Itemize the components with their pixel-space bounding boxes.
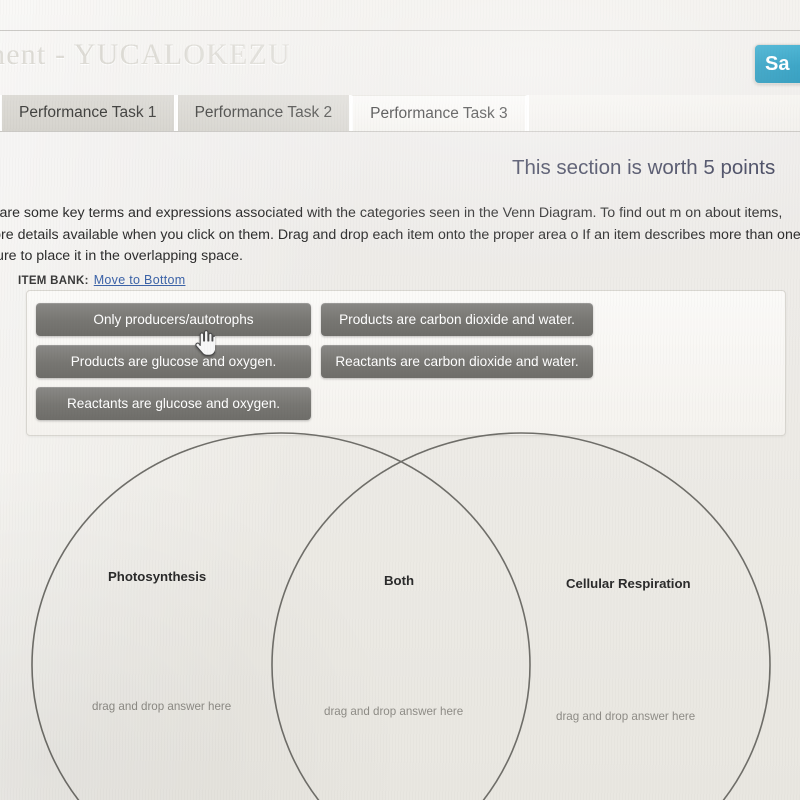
item-chip[interactable]: Only producers/autotrophs	[36, 303, 311, 336]
item-chip[interactable]: Reactants are glucose and oxygen.	[36, 387, 311, 420]
document-title: nent - YUCALOKEZU	[0, 38, 291, 71]
move-to-bottom-link[interactable]: Move to Bottom	[94, 273, 186, 287]
item-chip[interactable]: Products are carbon dioxide and water.	[321, 303, 593, 336]
tab-performance-task-1[interactable]: Performance Task 1	[0, 95, 176, 131]
tab-performance-task-3[interactable]: Performance Task 3	[351, 95, 527, 131]
header-divider	[0, 30, 800, 31]
venn-circle-left	[31, 432, 531, 800]
venn-label-both: Both	[384, 573, 415, 588]
dropzone-photosynthesis[interactable]: drag and drop answer here	[92, 700, 231, 713]
tabstrip-filler	[526, 95, 800, 131]
venn-diagram	[0, 430, 800, 800]
item-bank-header: ITEM BANK: Move to Bottom	[18, 273, 185, 287]
save-button[interactable]: Sa	[754, 44, 800, 84]
tab-strip: Performance Task 1 Performance Task 2 Pe…	[0, 95, 800, 131]
dropzone-cellular-respiration[interactable]: drag and drop answer here	[556, 710, 695, 723]
dropzone-both[interactable]: drag and drop answer here	[324, 705, 463, 718]
section-points-note: This section is worth 5 points	[512, 156, 776, 179]
instructions-paragraph: the Item Bank are some key terms and exp…	[0, 205, 800, 264]
tabstrip-divider	[0, 131, 800, 132]
tab-performance-task-2[interactable]: Performance Task 2	[175, 95, 352, 131]
venn-label-cellular-respiration: Cellular Respiration	[566, 576, 691, 591]
item-chip[interactable]: Products are glucose and oxygen.	[36, 345, 311, 378]
venn-label-photosynthesis: Photosynthesis	[108, 569, 207, 584]
item-bank-label: ITEM BANK:	[18, 275, 89, 287]
screen-photo-canvas: nent - YUCALOKEZU Sa Performance Task 1 …	[0, 0, 800, 800]
venn-circle-right	[271, 432, 771, 800]
item-bank-list: Only producers/autotrophs Products are c…	[36, 303, 776, 420]
item-chip[interactable]: Reactants are carbon dioxide and water.	[321, 345, 593, 378]
